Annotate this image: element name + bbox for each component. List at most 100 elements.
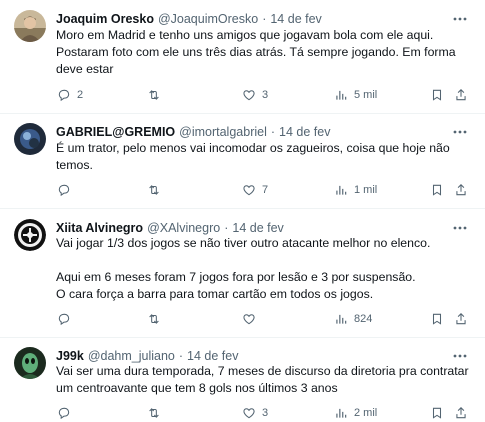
tweet-text-line: Aqui em 6 meses foram 7 jogos fora por l… (56, 270, 416, 284)
views-chart-icon (336, 408, 347, 418)
retweet-button[interactable] (147, 310, 167, 328)
tweet-text-line: Moro em Madrid e tenho uns amigos que jo… (56, 28, 434, 42)
like-count: 3 (262, 89, 269, 101)
tweet-text-line: É um trator, pelo menos vai incomodar os… (56, 141, 450, 155)
reply-icon (58, 89, 70, 102)
bookmark-icon (432, 407, 442, 419)
user-handle[interactable]: @dahm_juliano (88, 349, 175, 363)
tweet[interactable]: Xiita Alvinegro @XAlvinegro · 14 de fev … (0, 209, 485, 337)
separator-dot: · (262, 12, 267, 26)
retweet-icon (149, 314, 159, 324)
tweet-text-line: deve estar (56, 62, 114, 76)
bookmark-icon (432, 313, 442, 325)
retweet-button[interactable] (147, 404, 167, 422)
tweet-actions: 824 (56, 310, 471, 328)
tweet-text-line: Vai jogar 1/3 dos jogos se não tiver out… (56, 236, 431, 250)
display-name[interactable]: GABRIEL@GREMIO (56, 125, 175, 139)
reply-icon (58, 313, 70, 326)
share-button[interactable] (454, 86, 468, 104)
bookmark-icon (432, 89, 442, 101)
reply-button[interactable] (57, 404, 77, 422)
tweet-text: Vai ser uma dura temporada, 7 meses de d… (56, 363, 469, 397)
tweet-date[interactable]: 14 de fev (232, 221, 283, 235)
tweet-actions: 7 1 mil (56, 181, 471, 199)
tweet-actions: 3 2 mil (56, 404, 471, 422)
heart-icon (243, 408, 255, 419)
share-button[interactable] (454, 404, 468, 422)
share-button[interactable] (454, 181, 468, 199)
share-button[interactable] (454, 310, 468, 328)
share-icon (456, 313, 466, 325)
views-button[interactable]: 1 mil (334, 181, 377, 199)
bookmark-icon (432, 184, 442, 196)
bookmark-button[interactable] (430, 310, 444, 328)
user-handle[interactable]: @XAlvinegro (147, 221, 220, 235)
heart-icon (243, 90, 255, 101)
like-button[interactable]: 7 (242, 181, 268, 199)
views-button[interactable]: 2 mil (334, 404, 377, 422)
tweet-text-line: Vai ser uma dura temporada, 7 meses de d… (56, 364, 469, 378)
views-chart-icon (336, 90, 347, 100)
separator-dot: · (270, 125, 276, 139)
separator-dot: · (178, 349, 184, 363)
reply-count: 2 (77, 89, 84, 101)
tweet-text-line: temos. (56, 158, 93, 172)
bookmark-button[interactable] (430, 86, 444, 104)
retweet-icon (149, 408, 159, 418)
bookmark-button[interactable] (430, 181, 444, 199)
retweet-button[interactable] (147, 181, 167, 199)
tweet-text: É um trator, pelo menos vai incomodar os… (56, 140, 466, 174)
reply-button[interactable]: 2 (57, 86, 83, 104)
views-count: 824 (354, 313, 373, 325)
tweet-text-line: Postaram foto com ele uns três dias atrá… (56, 45, 456, 59)
avatar[interactable] (14, 219, 46, 251)
views-chart-icon (336, 185, 347, 195)
views-count: 5 mil (354, 89, 378, 101)
avatar[interactable] (14, 123, 46, 155)
user-handle[interactable]: @imortalgabriel (179, 125, 267, 139)
retweet-button[interactable] (147, 86, 167, 104)
like-button[interactable] (242, 310, 262, 328)
tweet-text-line: O cara força a barra para tomar cartão e… (56, 287, 374, 301)
tweet-text: Vai jogar 1/3 dos jogos se não tiver out… (56, 235, 466, 303)
views-count: 1 mil (354, 184, 378, 196)
display-name[interactable]: J99k (56, 349, 84, 363)
more-options-icon[interactable] (451, 10, 469, 28)
heart-icon (243, 185, 255, 196)
tweet-date[interactable]: 14 de fev (279, 125, 330, 139)
display-name[interactable]: Xiita Alvinegro (56, 221, 143, 235)
reply-icon (58, 184, 70, 197)
views-button[interactable]: 824 (334, 310, 372, 328)
tweet[interactable]: GABRIEL@GREMIO @imortalgabriel · 14 de f… (0, 114, 485, 208)
share-icon (456, 184, 466, 196)
share-icon (456, 407, 466, 419)
heart-icon (243, 314, 255, 325)
avatar[interactable] (14, 10, 46, 42)
tweet-text-line: um centroavante que tem 8 gols nos últim… (56, 381, 338, 395)
reply-icon (58, 407, 70, 420)
reply-button[interactable] (57, 310, 77, 328)
tweet-date[interactable]: 14 de fev (187, 349, 238, 363)
tweet-text: Moro em Madrid e tenho uns amigos que jo… (56, 27, 466, 78)
share-icon (456, 89, 466, 101)
tweet[interactable]: J99k @dahm_juliano · 14 de fev Vai ser u… (0, 338, 485, 422)
retweet-icon (149, 90, 159, 100)
bookmark-button[interactable] (430, 404, 444, 422)
tweet-date[interactable]: 14 de fev (270, 12, 321, 26)
like-button[interactable]: 3 (242, 404, 268, 422)
avatar[interactable] (14, 347, 46, 379)
views-count: 2 mil (354, 407, 378, 419)
retweet-icon (149, 185, 159, 195)
like-count: 3 (262, 407, 269, 419)
user-handle[interactable]: @JoaquimOresko (158, 12, 258, 26)
more-options-icon[interactable] (451, 123, 469, 141)
tweet-actions: 2 3 5 mil (56, 86, 471, 104)
separator-dot: · (224, 221, 229, 235)
tweet[interactable]: Joaquim Oresko @JoaquimOresko · 14 de fe… (0, 0, 485, 113)
like-button[interactable]: 3 (242, 86, 268, 104)
reply-button[interactable] (57, 181, 77, 199)
like-count: 7 (262, 184, 269, 196)
views-button[interactable]: 5 mil (334, 86, 377, 104)
display-name[interactable]: Joaquim Oresko (56, 12, 154, 26)
